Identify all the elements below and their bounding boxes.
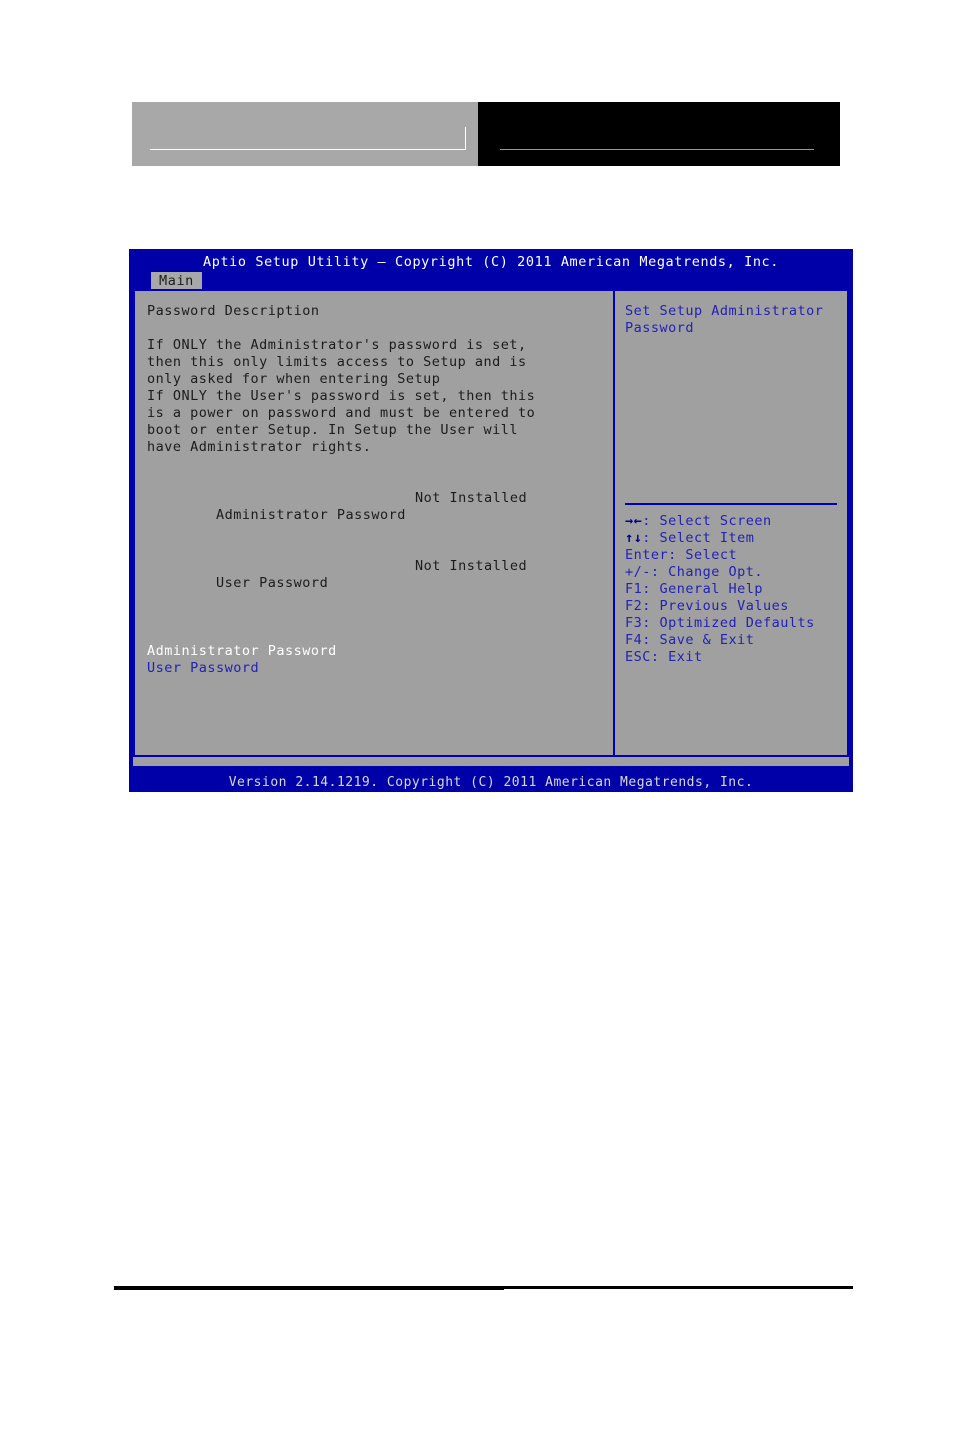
help-divider	[625, 503, 837, 505]
key-f1-general-help: F1: General Help	[625, 581, 764, 597]
help-text-line: Set Setup Administrator	[625, 303, 824, 319]
key-select-item: ↑↓: Select Item	[625, 530, 841, 547]
status-label: Administrator Password	[216, 507, 406, 523]
bios-main-pane: Password Description If ONLY the Adminis…	[135, 291, 613, 755]
status-value: Not Installed	[415, 490, 528, 506]
bios-setup-screen: Aptio Setup Utility – Copyright (C) 2011…	[129, 249, 853, 792]
header-banner-right-rule	[500, 149, 814, 150]
bios-panel-gap	[133, 757, 849, 766]
bios-title-bar: Aptio Setup Utility – Copyright (C) 2011…	[129, 249, 853, 291]
key-f3-optimized-defaults: F3: Optimized Defaults	[625, 615, 815, 631]
arrows-left-right-icon: →←	[625, 513, 643, 529]
help-key-legend: →←: Select Screen ↑↓: Select Item Enter:…	[625, 513, 841, 666]
status-row-administrator-password: Administrator Password Not Installed	[147, 490, 603, 558]
header-banner-left-rule	[150, 149, 466, 150]
status-value: Not Installed	[415, 558, 528, 574]
status-row-user-password: User Password Not Installed	[147, 558, 603, 626]
password-description-heading: Password Description	[147, 303, 320, 319]
description-line: then this only limits access to Setup an…	[147, 354, 527, 370]
description-line: is a power on password and must be enter…	[147, 405, 536, 421]
bios-content-panel: Password Description If ONLY the Adminis…	[133, 289, 849, 757]
key-select-screen: →←: Select Screen	[625, 513, 841, 530]
header-banner-right	[478, 102, 840, 166]
bios-version-text: Version 2.14.1219. Copyright (C) 2011 Am…	[228, 775, 754, 790]
document-header-banners	[132, 102, 840, 166]
page-footer-rule-secondary	[114, 1289, 504, 1290]
header-banner-left-rule-vertical	[465, 127, 466, 150]
bios-tab-strip: Main	[151, 270, 202, 291]
bios-title-text: Aptio Setup Utility – Copyright (C) 2011…	[202, 254, 780, 270]
help-text-line: Password	[625, 320, 695, 336]
status-label: User Password	[216, 575, 329, 591]
header-banner-left	[132, 102, 478, 166]
description-line: only asked for when entering Setup	[147, 371, 441, 387]
arrows-up-down-icon: ↑↓	[625, 530, 643, 546]
description-line: If ONLY the User's password is set, then…	[147, 388, 536, 404]
key-label: : Select Item	[642, 530, 755, 546]
bios-help-pane: Set Setup Administrator Password →←: Sel…	[613, 291, 847, 755]
bios-footer-bar: Version 2.14.1219. Copyright (C) 2011 Am…	[129, 773, 853, 792]
key-label: : Select Screen	[642, 513, 772, 529]
key-f4-save-exit: F4: Save & Exit	[625, 632, 755, 648]
description-line: If ONLY the Administrator's password is …	[147, 337, 527, 353]
menu-item-administrator-password[interactable]: Administrator Password	[147, 643, 603, 660]
key-change-opt: +/-: Change Opt.	[625, 564, 764, 580]
description-line: have Administrator rights.	[147, 439, 372, 455]
description-line: boot or enter Setup. In Setup the User w…	[147, 422, 518, 438]
key-f2-previous-values: F2: Previous Values	[625, 598, 789, 614]
menu-item-user-password[interactable]: User Password	[147, 660, 603, 677]
key-esc-exit: ESC: Exit	[625, 649, 703, 665]
key-enter-select: Enter: Select	[625, 547, 738, 563]
